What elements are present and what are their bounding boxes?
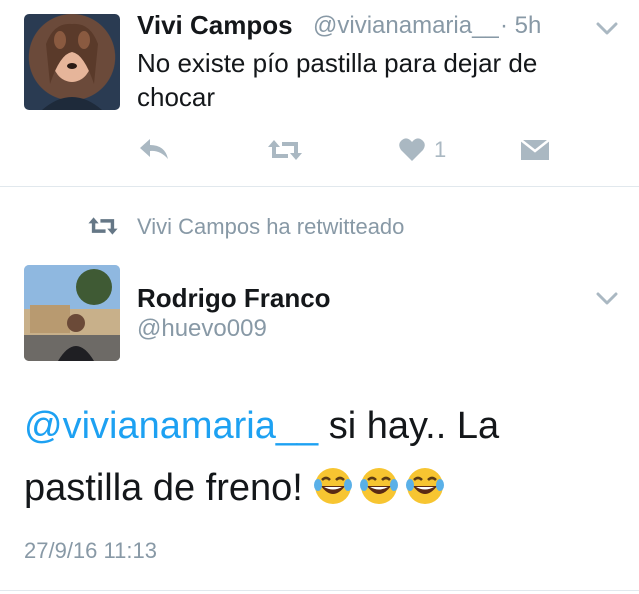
tweet-time[interactable]: · 5h (500, 12, 541, 40)
chevron-down-icon[interactable] (596, 22, 618, 36)
author-name[interactable]: Rodrigo Franco (137, 283, 331, 314)
like-button[interactable]: 1 (398, 136, 446, 164)
tweet-text: @vivianamaria__ si hay.. La pastilla de … (24, 395, 624, 519)
laughing-emoji-icon (406, 468, 445, 504)
author-handle[interactable]: @vivianamaria__ (313, 12, 499, 40)
retweet-button[interactable] (266, 136, 304, 164)
message-icon (520, 139, 550, 160)
heart-icon (399, 138, 425, 161)
chevron-down-icon[interactable] (596, 292, 618, 306)
tweet-divider (0, 186, 639, 187)
tweet-text: No existe pío pastilla para dejar de cho… (137, 48, 538, 112)
tweet-divider (0, 590, 639, 591)
retweet-context-label[interactable]: Vivi Campos ha retwitteado (137, 214, 404, 240)
avatar-rodrigo[interactable] (24, 265, 120, 361)
tweet-timestamp[interactable]: 27/9/16 11:13 (24, 538, 157, 564)
laughing-emoji-icon (360, 468, 399, 504)
retweet-icon (88, 217, 118, 235)
author-name[interactable]: Vivi Campos (137, 10, 293, 41)
reply-icon (140, 139, 168, 159)
author-handle[interactable]: @huevo009 (137, 315, 267, 343)
like-count: 1 (434, 137, 447, 162)
reply-button[interactable] (138, 136, 170, 164)
retweet-icon (268, 140, 302, 160)
mention-link[interactable]: @vivianamaria__ (24, 405, 318, 447)
laughing-emoji-icon (314, 468, 353, 504)
message-button[interactable] (520, 136, 550, 164)
avatar-vivi[interactable] (24, 14, 120, 110)
